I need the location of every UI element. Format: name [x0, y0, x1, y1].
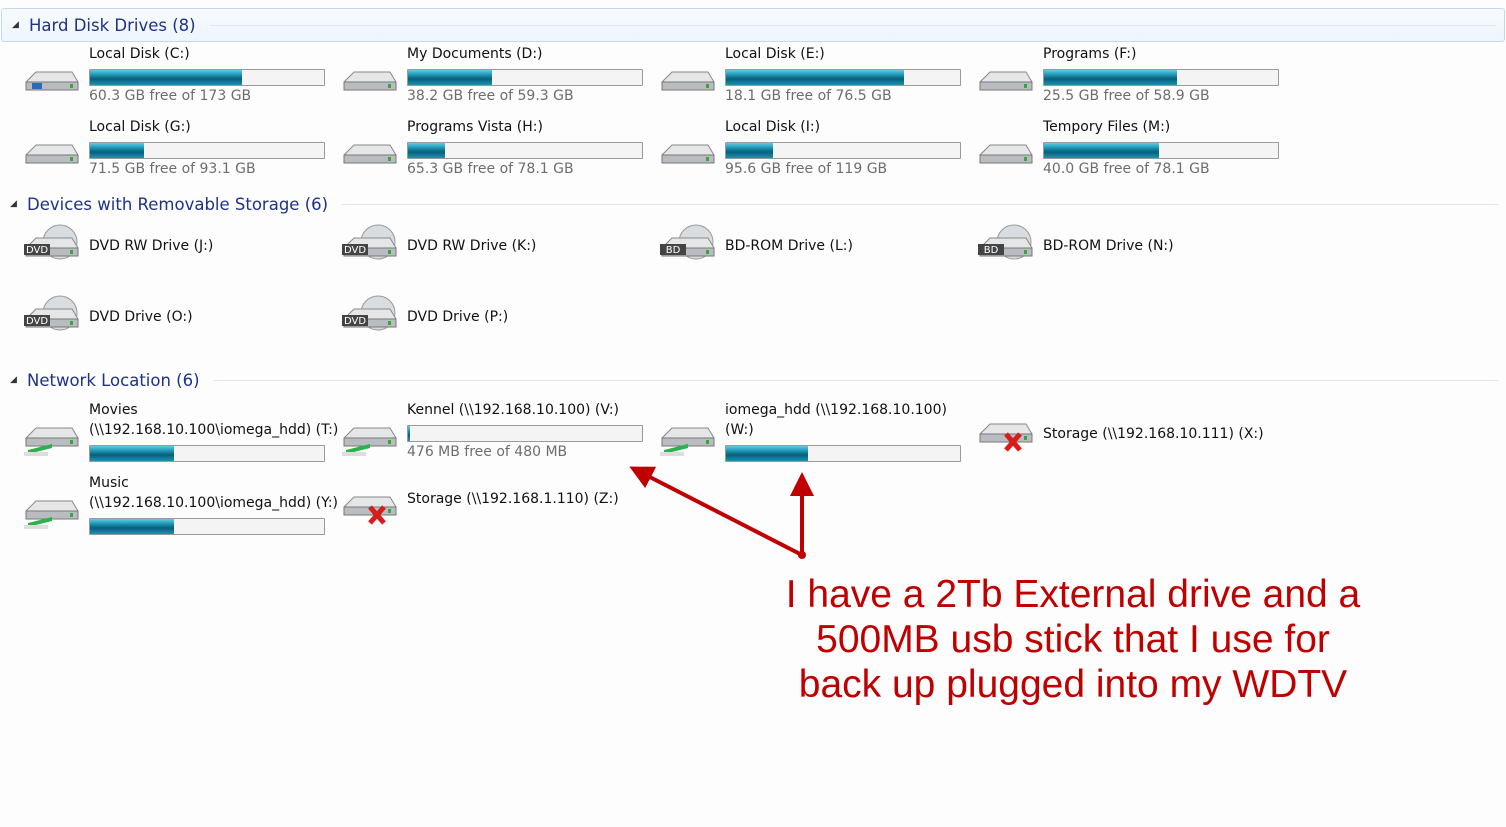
annotation-line: back up plugged into my WDTV: [798, 663, 1348, 706]
annotation-line: 500MB usb stick that I use for: [816, 618, 1330, 661]
annotation-line: I have a 2Tb External drive and a: [785, 573, 1361, 616]
arrow-to-kennel: [629, 466, 803, 557]
arrow-origin: [798, 551, 806, 559]
annotation-text: I have a 2Tb External drive and a 500MB …: [760, 572, 1386, 707]
